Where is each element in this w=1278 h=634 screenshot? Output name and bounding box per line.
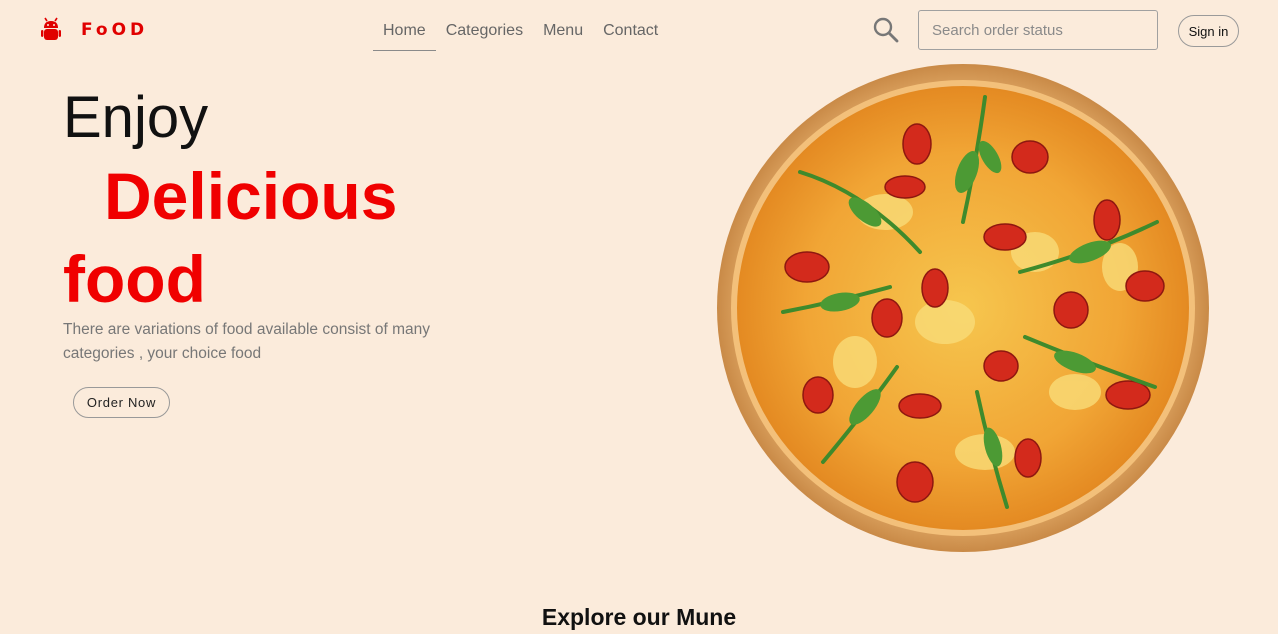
navbar: FoOD Home Categories Menu Contact Sign i… bbox=[0, 0, 1278, 62]
explore-menu-title: Explore our Mune bbox=[541, 604, 737, 630]
search-order-input[interactable] bbox=[918, 10, 1158, 50]
sign-in-button[interactable]: Sign in bbox=[1178, 15, 1239, 47]
brand-name: FoOD bbox=[81, 20, 149, 40]
order-now-button[interactable]: Order Now bbox=[73, 387, 170, 418]
nav-contact[interactable]: Contact bbox=[593, 12, 668, 51]
nav-menu[interactable]: Menu bbox=[533, 12, 593, 51]
android-robot-icon bbox=[41, 17, 61, 40]
search-icon[interactable] bbox=[872, 16, 900, 44]
hero-title-line-2: Delicious bbox=[104, 159, 398, 233]
brand-logo[interactable]: FoOD bbox=[40, 17, 148, 43]
nav-categories[interactable]: Categories bbox=[436, 12, 533, 51]
main-nav: Home Categories Menu Contact bbox=[373, 12, 668, 51]
hero-description: There are variations of food available c… bbox=[63, 321, 431, 362]
nav-home[interactable]: Home bbox=[373, 12, 436, 51]
hero-title-line-1: Enjoy bbox=[63, 85, 209, 150]
hero-title-line-3: food bbox=[63, 242, 206, 316]
pizza-image bbox=[717, 64, 1209, 552]
